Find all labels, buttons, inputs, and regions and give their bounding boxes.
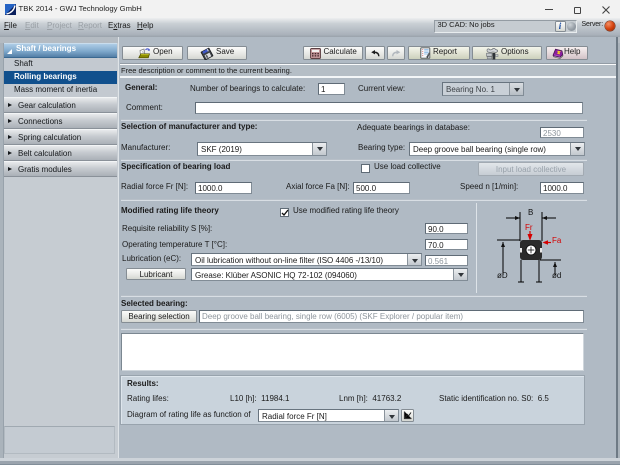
svg-text:B: B xyxy=(528,208,533,217)
svg-text:ød: ød xyxy=(552,271,561,280)
svg-text:øD: øD xyxy=(497,271,508,280)
svg-text:Fr: Fr xyxy=(525,223,533,232)
svg-text:Fa: Fa xyxy=(552,236,562,245)
